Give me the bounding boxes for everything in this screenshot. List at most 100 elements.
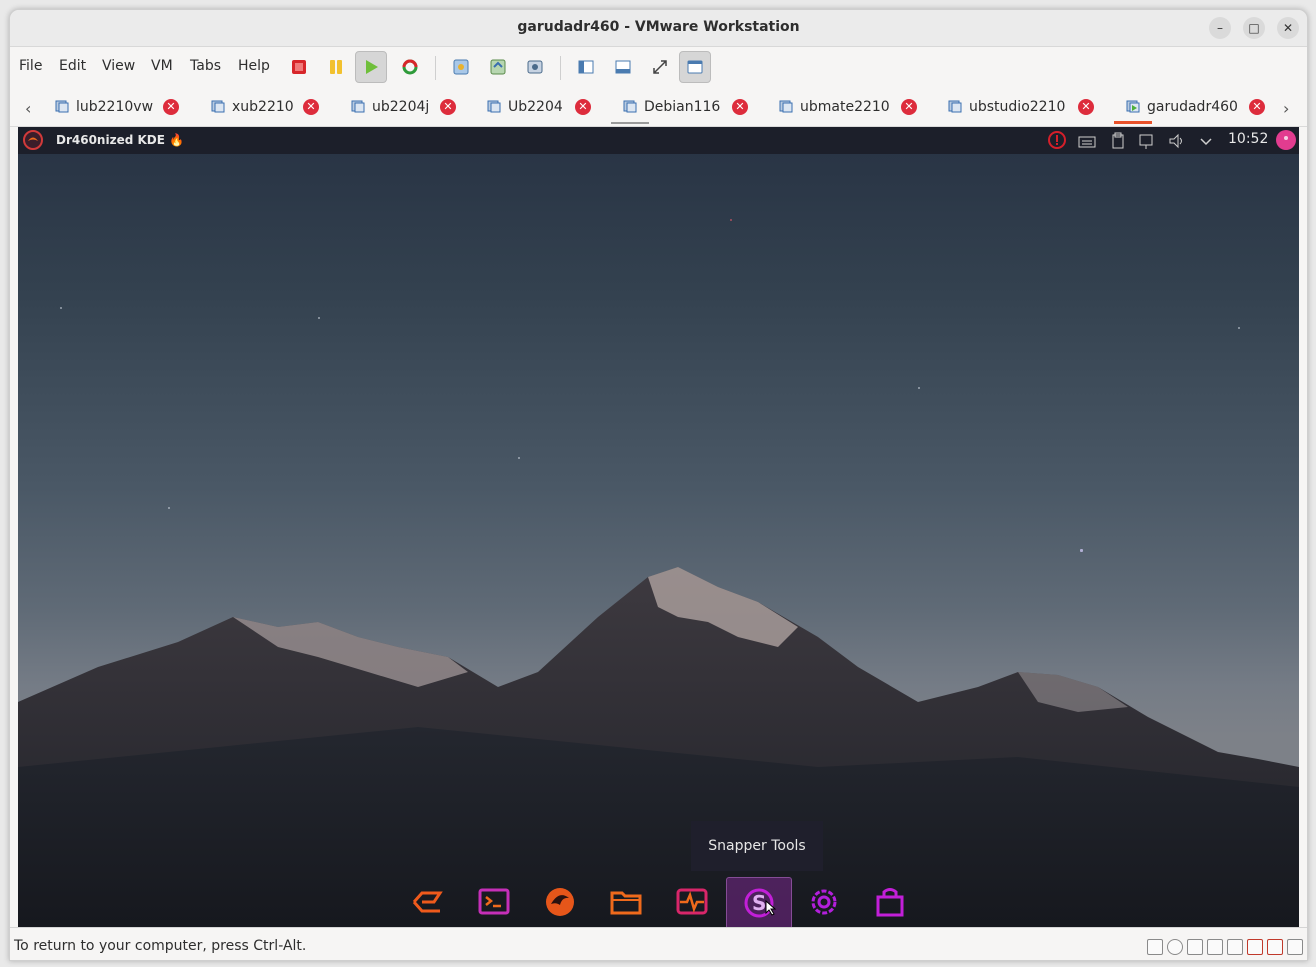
dock-snapper-tools[interactable]: S — [726, 877, 792, 927]
library-icon — [578, 60, 594, 74]
printer-icon[interactable] — [1207, 939, 1223, 955]
vm-icon — [55, 100, 69, 113]
cd-dvd-icon[interactable] — [1167, 939, 1183, 955]
tab-label: ubstudio2210 — [969, 99, 1066, 115]
tabs-scroll-right-icon[interactable]: › — [1283, 99, 1289, 118]
snapshot-manager-icon — [527, 60, 543, 74]
dock-file-manager[interactable] — [594, 877, 658, 927]
close-window-button[interactable]: ✕ — [1277, 17, 1299, 39]
unity-view-icon — [687, 60, 703, 74]
fullscreen-icon — [653, 60, 667, 74]
tab-label: ub2204j — [372, 99, 430, 115]
close-tab-icon[interactable]: ✕ — [163, 99, 179, 115]
dock-software-store[interactable] — [858, 877, 922, 927]
minimize-button[interactable]: – — [1209, 17, 1231, 39]
menu-tabs[interactable]: Tabs — [190, 58, 221, 74]
close-tab-icon[interactable]: ✕ — [732, 99, 748, 115]
user-avatar-icon[interactable] — [1275, 129, 1297, 151]
garuda-menu-icon[interactable] — [23, 130, 43, 150]
clipboard-icon[interactable] — [1109, 132, 1127, 150]
close-tab-icon[interactable]: ✕ — [440, 99, 456, 115]
library-button[interactable] — [571, 52, 601, 82]
menu-edit[interactable]: Edit — [59, 58, 86, 74]
files-icon — [610, 891, 642, 915]
suspend-icon — [330, 60, 342, 74]
restart-icon — [402, 59, 418, 75]
vmware-window: garudadr460 - VMware Workstation – □ ✕ F… — [9, 9, 1308, 961]
network-adapter-icon[interactable] — [1187, 939, 1203, 955]
play-button[interactable] — [355, 51, 387, 83]
tabs-scroll-left-icon[interactable]: ‹ — [25, 99, 31, 118]
title-bar[interactable]: garudadr460 - VMware Workstation – □ ✕ — [10, 10, 1307, 47]
take-snapshot-button[interactable] — [446, 52, 476, 82]
menu-vm[interactable]: VM — [151, 58, 173, 74]
usb-disconnected-icon[interactable] — [1247, 939, 1263, 955]
maximize-button[interactable]: □ — [1243, 17, 1265, 39]
close-tab-icon[interactable]: ✕ — [1249, 99, 1265, 115]
restart-button[interactable] — [395, 52, 425, 82]
dock-terminal[interactable] — [462, 877, 526, 927]
vm-icon — [211, 100, 225, 113]
vm-icon — [487, 100, 501, 113]
window-title: garudadr460 - VMware Workstation — [517, 19, 800, 35]
keyboard-icon[interactable] — [1078, 132, 1096, 150]
tab-label: Ub2204 — [508, 99, 563, 115]
fullscreen-button[interactable] — [645, 52, 675, 82]
vm-icon — [779, 100, 793, 113]
terminal-icon — [478, 888, 510, 915]
chevron-down-icon[interactable] — [1197, 132, 1215, 150]
mountain-wallpaper — [18, 567, 1299, 927]
dock-system-settings[interactable] — [792, 877, 856, 927]
panel-window-title: Dr460nized KDE 🔥 — [56, 133, 185, 147]
garuda-icon — [412, 891, 443, 913]
guest-display[interactable]: Dr460nized KDE 🔥 10:52 Snapper Tools S — [18, 127, 1299, 927]
tab-label: garudadr460 — [1147, 99, 1238, 115]
vm-running-icon — [1126, 100, 1140, 113]
panel-clock[interactable]: 10:52 — [1228, 131, 1268, 147]
suspend-button[interactable] — [321, 52, 351, 82]
close-tab-icon[interactable]: ✕ — [575, 99, 591, 115]
thumbnail-bar-icon — [615, 60, 631, 74]
update-alert-icon[interactable] — [1047, 130, 1067, 150]
unity-view-button[interactable] — [679, 51, 711, 83]
sound-card-icon[interactable] — [1227, 939, 1243, 955]
vm-icon — [351, 100, 365, 113]
hard-disk-icon[interactable] — [1147, 939, 1163, 955]
dock-system-monitor[interactable] — [660, 877, 724, 927]
mouse-cursor-icon — [765, 900, 777, 916]
menu-view[interactable]: View — [102, 58, 135, 74]
message-log-icon[interactable] — [1287, 939, 1303, 955]
thumbnail-bar-button[interactable] — [608, 52, 638, 82]
snapshot-take-icon — [453, 59, 469, 75]
tab-label: Debian116 — [644, 99, 721, 115]
snapshot-manager-button[interactable] — [520, 52, 550, 82]
power-off-button[interactable] — [284, 52, 314, 82]
display-disconnected-icon[interactable] — [1267, 939, 1283, 955]
close-tab-icon[interactable]: ✕ — [1078, 99, 1094, 115]
system-monitor-icon — [676, 888, 708, 915]
dock-tooltip: Snapper Tools — [691, 821, 823, 871]
power-off-icon — [292, 60, 306, 74]
tab-label: lub2210vw — [76, 99, 154, 115]
settings-icon — [811, 889, 837, 915]
snapshot-revert-icon — [490, 59, 506, 75]
close-tab-icon[interactable]: ✕ — [303, 99, 319, 115]
menu-file[interactable]: File — [19, 58, 42, 74]
dock-garuda-browser[interactable] — [528, 877, 592, 927]
tab-label: xub2210 — [232, 99, 294, 115]
revert-snapshot-button[interactable] — [483, 52, 513, 82]
status-bar: To return to your computer, press Ctrl-A… — [10, 927, 1307, 960]
volume-icon[interactable] — [1168, 132, 1186, 150]
play-icon — [366, 60, 378, 74]
garuda-dragon-icon — [546, 888, 574, 916]
dock-garuda-launcher[interactable] — [396, 877, 460, 927]
vm-icon — [623, 100, 637, 113]
close-tab-icon[interactable]: ✕ — [901, 99, 917, 115]
vm-icon — [948, 100, 962, 113]
software-store-icon — [876, 888, 904, 917]
network-icon[interactable] — [1138, 132, 1156, 150]
tab-label: ubmate2210 — [800, 99, 890, 115]
menu-help[interactable]: Help — [238, 58, 270, 74]
status-message: To return to your computer, press Ctrl-A… — [14, 938, 307, 954]
kde-top-panel: Dr460nized KDE 🔥 10:52 — [18, 127, 1299, 154]
